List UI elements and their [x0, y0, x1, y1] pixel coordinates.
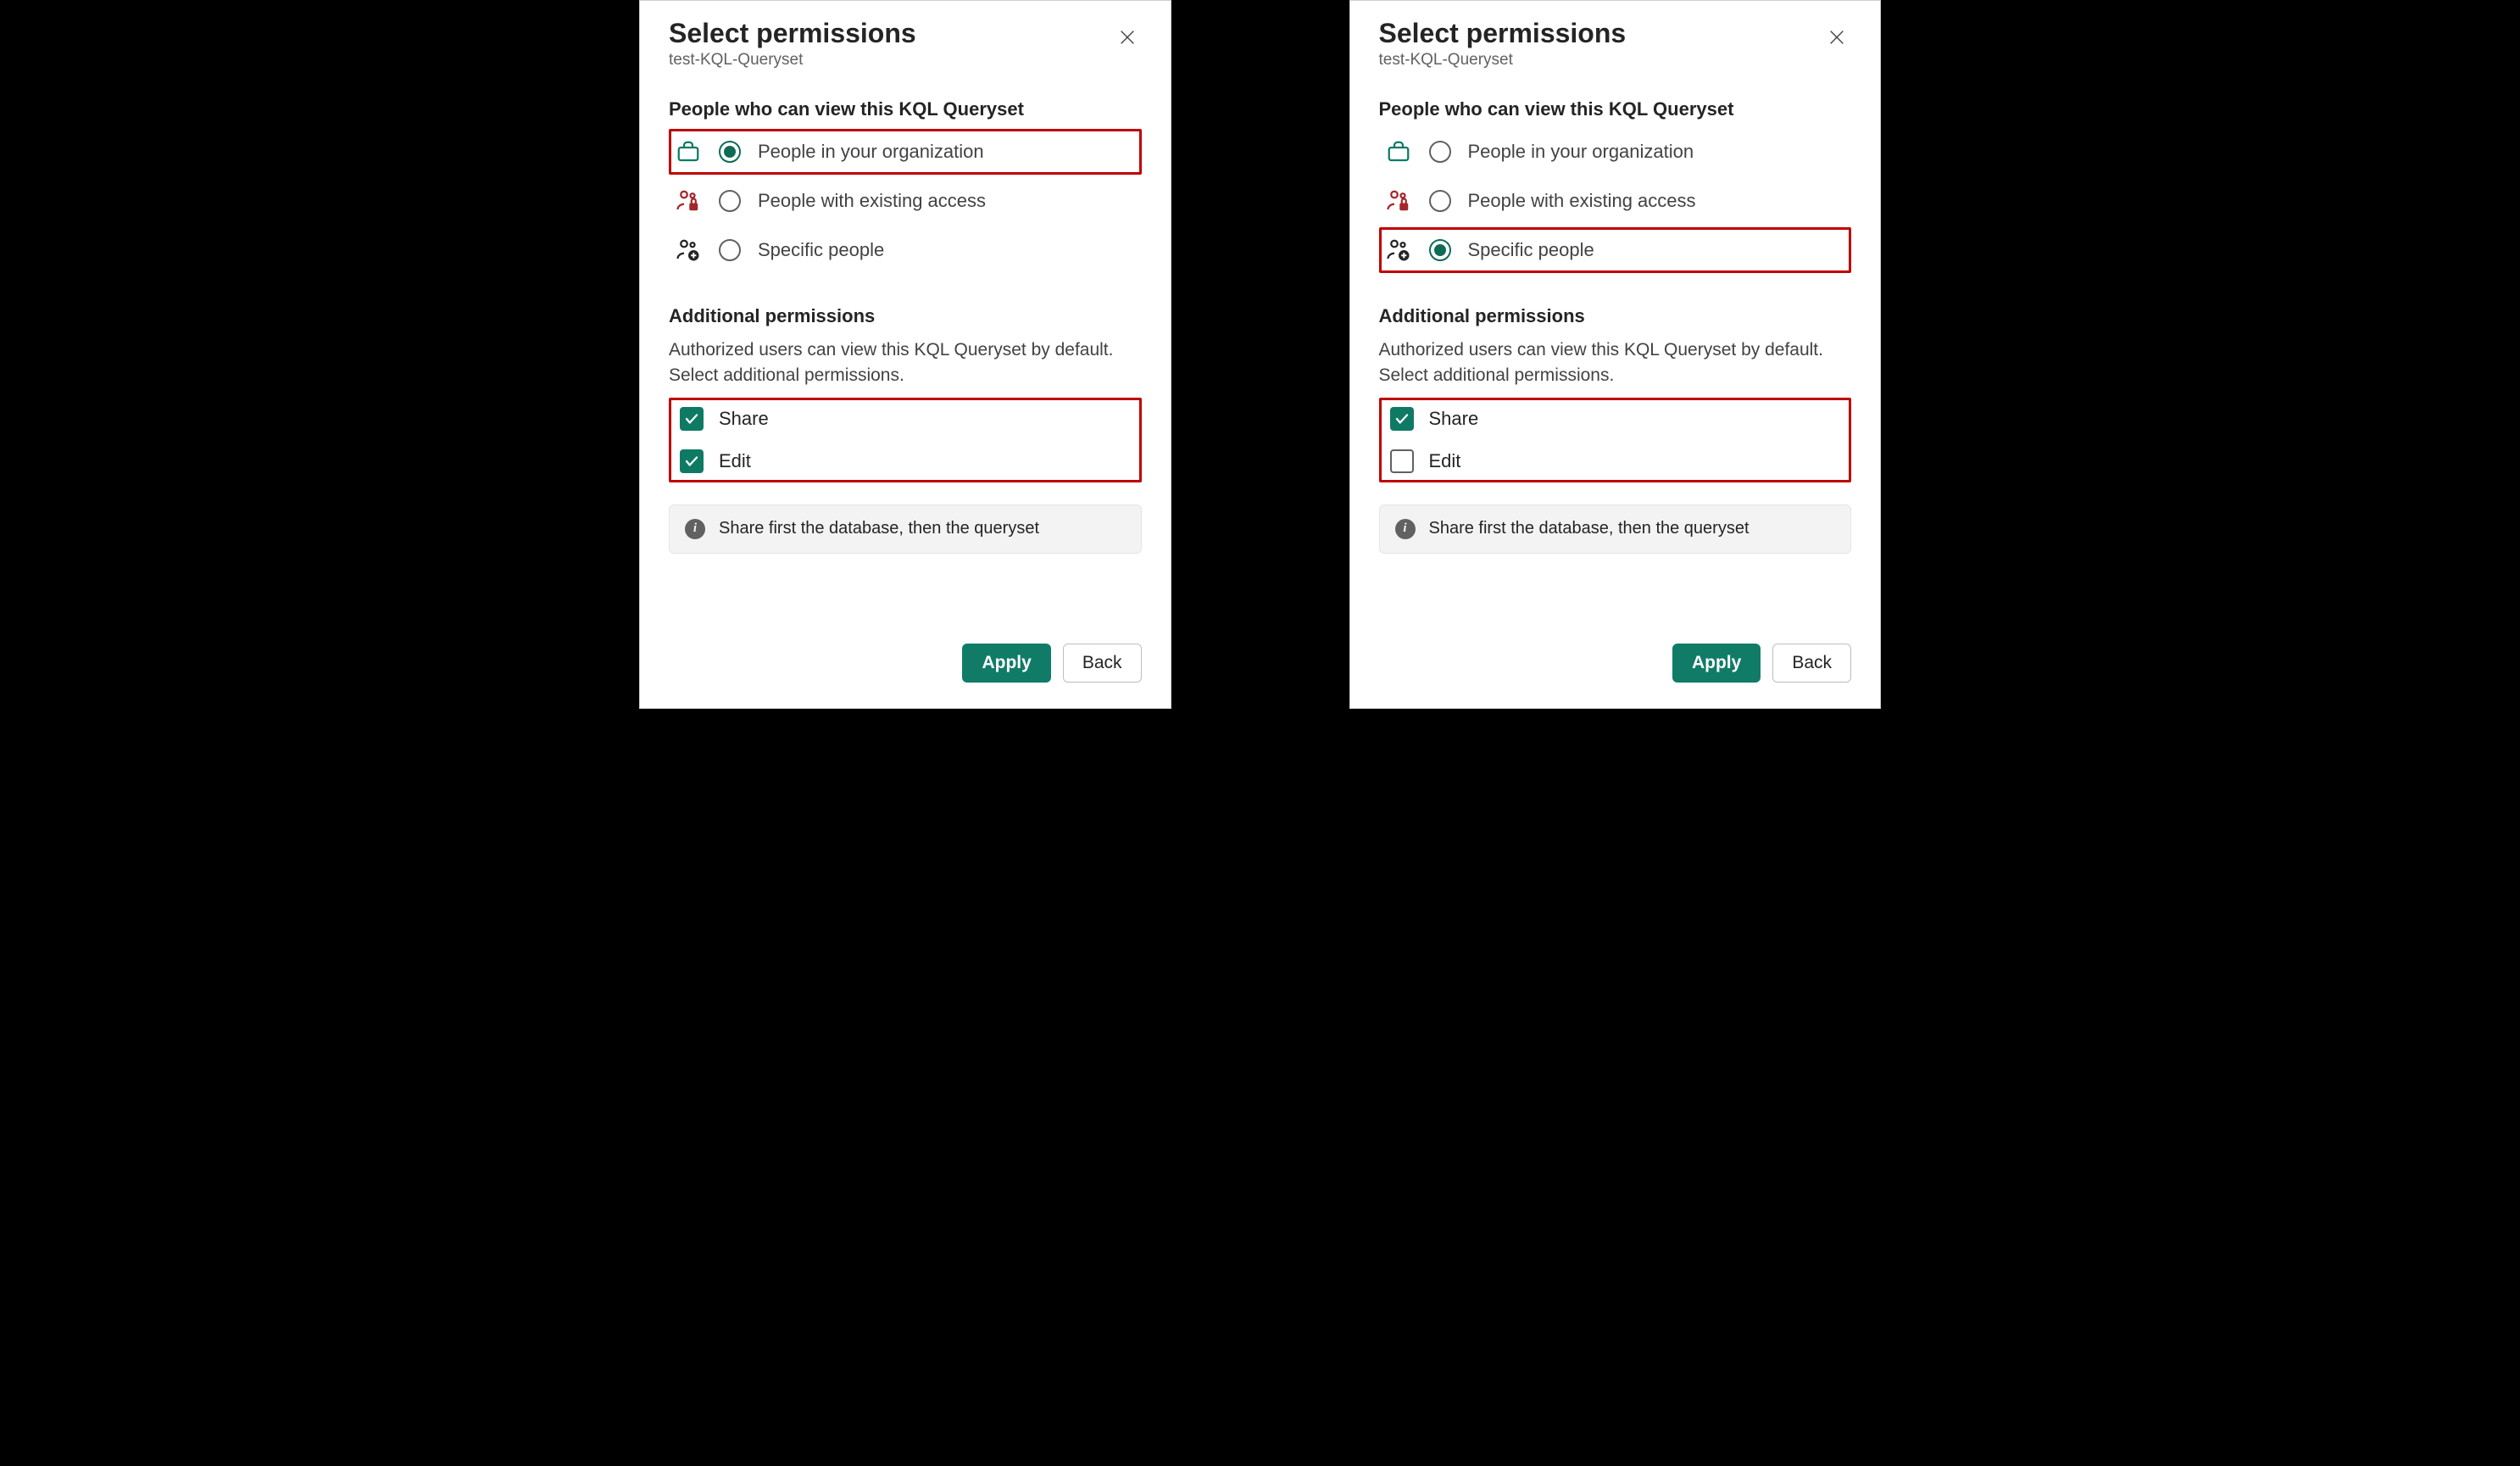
view-section-label: People who can view this KQL Queryset: [1379, 98, 1852, 120]
radio-label: Specific people: [1468, 239, 1594, 261]
checkbox-indicator: [680, 449, 704, 473]
dialog-title: Select permissions: [1379, 18, 1627, 49]
checkbox-group: Share Edit: [669, 398, 1142, 482]
checkbox-label: Edit: [1429, 450, 1461, 472]
view-section-label: People who can view this KQL Queryset: [669, 98, 1142, 120]
radio-indicator: [719, 239, 741, 261]
additional-description: Authorized users can view this KQL Query…: [669, 337, 1142, 389]
checkbox-group: Share Edit: [1379, 398, 1852, 482]
dialog-footer: Apply Back: [1379, 610, 1852, 683]
info-bar: i Share first the database, then the quer…: [1379, 504, 1852, 554]
dialog-footer: Apply Back: [669, 610, 1142, 683]
back-button[interactable]: Back: [1063, 644, 1142, 683]
dialog-title: Select permissions: [669, 18, 916, 49]
checkbox-label: Share: [719, 408, 769, 430]
radio-indicator: [719, 141, 741, 163]
radio-label: People with existing access: [1468, 190, 1696, 212]
info-bar: i Share first the database, then the quer…: [669, 504, 1142, 554]
radio-option[interactable]: Specific people: [1379, 227, 1852, 273]
additional-section-label: Additional permissions: [1379, 305, 1852, 327]
additional-section-label: Additional permissions: [669, 305, 1142, 327]
info-icon: i: [685, 519, 705, 539]
checkbox-option[interactable]: Edit: [1390, 449, 1846, 473]
close-icon: [1118, 28, 1137, 47]
checkbox-label: Share: [1429, 408, 1479, 430]
radio-option[interactable]: People in your organization: [1379, 129, 1852, 175]
people-lock-icon: [675, 187, 702, 215]
checkbox-indicator: [1390, 407, 1414, 431]
checkbox-option[interactable]: Edit: [680, 449, 1136, 473]
dialog-subtitle: test-KQL-Queryset: [669, 51, 916, 70]
checkbox-option[interactable]: Share: [680, 407, 1136, 431]
briefcase-icon: [1385, 138, 1412, 165]
radio-option[interactable]: People in your organization: [669, 129, 1142, 175]
radio-option[interactable]: Specific people: [669, 227, 1142, 273]
radio-label: People in your organization: [1468, 141, 1694, 163]
radio-label: Specific people: [758, 239, 884, 261]
permissions-panel: Select permissions test-KQL-Queryset Peopl…: [639, 0, 1171, 709]
people-lock-icon: [1385, 187, 1412, 215]
radio-indicator: [1429, 190, 1451, 212]
additional-description: Authorized users can view this KQL Query…: [1379, 337, 1852, 389]
close-button[interactable]: [1822, 23, 1851, 52]
close-button[interactable]: [1113, 23, 1142, 52]
radio-indicator: [1429, 239, 1451, 261]
people-add-icon: [1385, 237, 1412, 264]
checkbox-option[interactable]: Share: [1390, 407, 1846, 431]
briefcase-icon: [675, 138, 702, 165]
radio-indicator: [719, 190, 741, 212]
people-add-icon: [675, 237, 702, 264]
radio-option[interactable]: People with existing access: [1379, 178, 1852, 224]
apply-button[interactable]: Apply: [1672, 644, 1761, 683]
dialog-subtitle: test-KQL-Queryset: [1379, 51, 1627, 70]
info-text: Share first the database, then the query…: [719, 519, 1039, 538]
checkbox-label: Edit: [719, 450, 751, 472]
close-icon: [1827, 28, 1846, 47]
panel-separator: [1171, 0, 1349, 709]
radio-label: People with existing access: [758, 190, 986, 212]
info-icon: i: [1395, 519, 1416, 539]
radio-option[interactable]: People with existing access: [669, 178, 1142, 224]
radio-indicator: [1429, 141, 1451, 163]
checkbox-indicator: [680, 407, 704, 431]
permissions-panel: Select permissions test-KQL-Queryset Peopl…: [1349, 0, 1882, 709]
radio-label: People in your organization: [758, 141, 984, 163]
info-text: Share first the database, then the query…: [1429, 519, 1750, 538]
checkbox-indicator: [1390, 449, 1414, 473]
back-button[interactable]: Back: [1772, 644, 1851, 683]
apply-button[interactable]: Apply: [962, 644, 1050, 683]
